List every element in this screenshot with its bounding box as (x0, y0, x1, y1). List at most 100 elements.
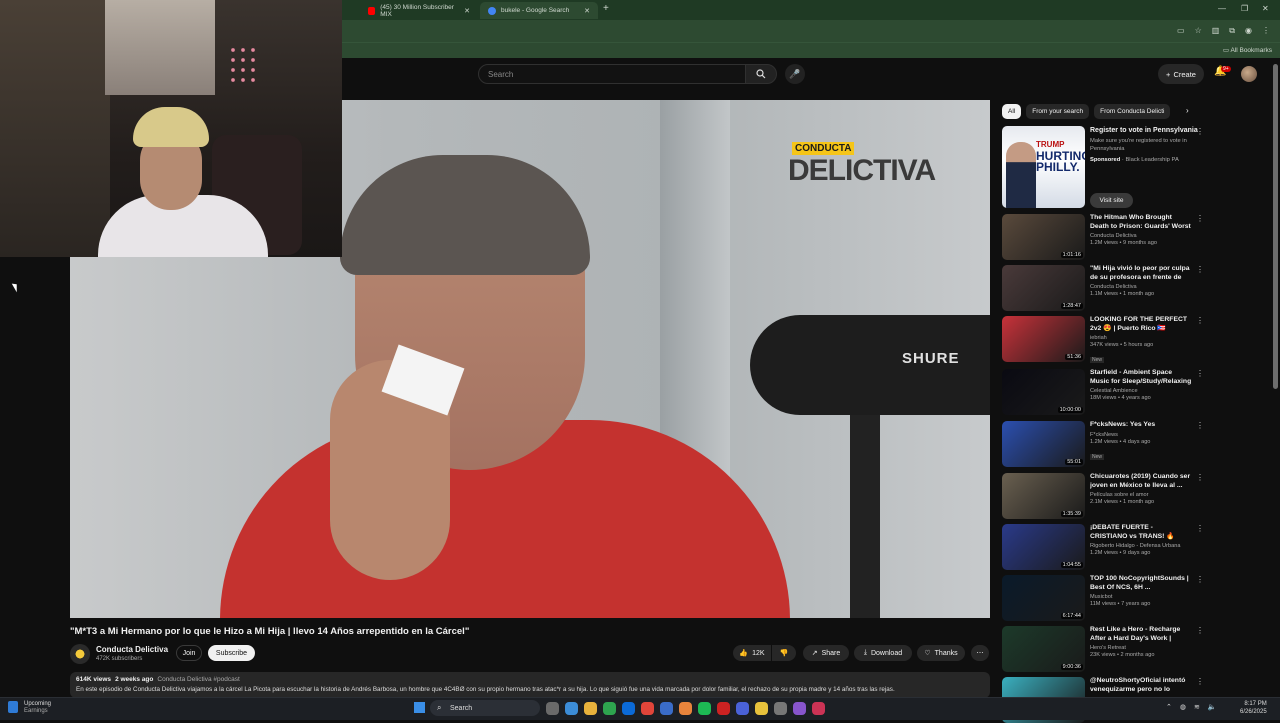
more-actions-button[interactable]: ⋯ (971, 645, 989, 661)
recommendation-title[interactable]: Starfield - Ambient Space Music for Slee… (1090, 369, 1192, 386)
app-icon[interactable] (774, 702, 787, 715)
download-button[interactable]: ⤓ Download (854, 645, 912, 661)
recommendation-thumbnail[interactable]: 1:04:55 (1002, 524, 1085, 570)
chrome-icon[interactable] (641, 702, 654, 715)
visit-site-button[interactable]: Visit site (1090, 193, 1133, 208)
recommendation-thumbnail[interactable]: 55:01 (1002, 421, 1085, 467)
recommendation-title[interactable]: @NeutroShortyOficial intentó venequizarm… (1090, 677, 1192, 694)
hashtags[interactable]: Conducta Delictiva #podcast (157, 676, 239, 683)
tab-youtube[interactable]: (45) 30 Million Subscriber MIX ✕ (360, 2, 478, 19)
join-button[interactable]: Join (176, 645, 202, 661)
app-icon[interactable] (812, 702, 825, 715)
app-icon[interactable] (736, 702, 749, 715)
chevron-right-icon[interactable]: › (1186, 106, 1189, 115)
more-icon[interactable]: ⋮ (1196, 316, 1204, 325)
taskbar-search-box[interactable]: Search (430, 700, 540, 716)
tab-google-search[interactable]: bukele - Google Search ✕ (480, 2, 598, 19)
voice-search-button[interactable]: 🎤 (785, 64, 805, 84)
more-icon[interactable]: ⋮ (1196, 473, 1204, 482)
explorer-icon[interactable] (584, 702, 597, 715)
recommendation-thumbnail[interactable]: 1:28:47 (1002, 265, 1085, 311)
chevron-up-icon[interactable]: ⌃ (1166, 703, 1172, 711)
recommendation-title[interactable]: F*cksNews: Yes Yes (1090, 421, 1192, 430)
recommendation-thumbnail[interactable]: 1:35:39 (1002, 473, 1085, 519)
sidepanel-icon[interactable]: ▥ (1212, 26, 1220, 36)
recommendation-thumbnail[interactable]: 1:01:16 (1002, 214, 1085, 260)
close-icon[interactable]: ✕ (584, 7, 590, 15)
like-button[interactable]: 👍 12K (733, 645, 771, 661)
channel-name[interactable]: Conducta Delictiva (96, 645, 168, 654)
maximize-icon[interactable]: ❐ (1241, 4, 1248, 13)
menu-icon[interactable]: ⋮ (1262, 26, 1270, 36)
recommendation-title[interactable]: "Mi Hija vivió lo peor por culpa de su p… (1090, 265, 1192, 282)
account-avatar[interactable] (1241, 66, 1257, 82)
mail-icon[interactable] (622, 702, 635, 715)
all-bookmarks-button[interactable]: ▭ All Bookmarks (1223, 46, 1272, 54)
more-icon[interactable]: ⋮ (1196, 265, 1204, 274)
recommendation-channel[interactable]: Conducta Delictiva (1090, 284, 1192, 290)
recommendation-thumbnail[interactable]: 51:36 (1002, 316, 1085, 362)
new-tab-button[interactable]: + (603, 3, 609, 14)
recommendation-channel[interactable]: Musicbot (1090, 594, 1192, 600)
dislike-button[interactable]: 👎 (772, 645, 796, 661)
recommendation-title[interactable]: The Hitman Who Brought Death to Prison: … (1090, 214, 1192, 231)
discord-icon[interactable] (793, 702, 806, 715)
folder-icon[interactable] (755, 702, 768, 715)
recommendation-channel[interactable]: Rigoberto Hidalgo - Defensa Urbana (1090, 543, 1192, 549)
chip-from-channel[interactable]: From Conducta Delicti (1094, 104, 1171, 119)
close-window-icon[interactable]: ✕ (1262, 4, 1269, 13)
description-box[interactable]: 614K views 2 weeks ago Conducta Delictiv… (70, 672, 990, 698)
wifi-icon[interactable]: ≋ (1194, 703, 1200, 711)
cast-icon[interactable]: ▭ (1177, 26, 1185, 36)
more-icon[interactable]: ⋮ (1196, 524, 1204, 533)
recommendation-thumbnail[interactable]: 10:00:00 (1002, 369, 1085, 415)
recommendation-channel[interactable]: Películas sobre el amor (1090, 492, 1192, 498)
more-icon[interactable]: ⋮ (1196, 127, 1204, 136)
recommendation-title[interactable]: Chicuarotes (2019) Cuando ser joven en M… (1090, 473, 1192, 490)
channel-avatar[interactable] (70, 644, 90, 664)
more-icon[interactable]: ⋮ (1196, 626, 1204, 635)
chip-from-your-search[interactable]: From your search (1026, 104, 1090, 119)
recommendation-channel[interactable]: Conducta Delictiva (1090, 233, 1192, 239)
extensions-icon[interactable]: ⧉ (1229, 26, 1235, 36)
ad-thumbnail[interactable]: TRUMP HURTING PHILLY. (1002, 126, 1085, 208)
ad-title[interactable]: Register to vote in Pennsylvania (1090, 127, 1198, 134)
share-button[interactable]: ↗ Share (803, 645, 849, 661)
more-icon[interactable]: ⋮ (1196, 677, 1204, 686)
bookmark-star-icon[interactable]: ☆ (1195, 26, 1202, 36)
thanks-button[interactable]: ♡ Thanks (917, 645, 965, 661)
recommendation-channel[interactable]: iebriah (1090, 335, 1192, 341)
recommendation-channel[interactable]: Celestial Ambience (1090, 388, 1192, 394)
more-icon[interactable]: ⋮ (1196, 369, 1204, 378)
recommendation-title[interactable]: ¡DEBATE FUERTE - CRISTIANO vs TRANS! 🔥 (1090, 524, 1192, 541)
clock[interactable]: 8:17 PM 6/26/2025 (1240, 700, 1267, 716)
create-button[interactable]: + Create (1158, 64, 1204, 84)
store-icon[interactable] (603, 702, 616, 715)
more-icon[interactable]: ⋮ (1196, 214, 1204, 223)
recommendation-thumbnail[interactable]: 6:17:44 (1002, 575, 1085, 621)
search-input[interactable]: Search (478, 64, 746, 84)
app-icon[interactable] (679, 702, 692, 715)
more-icon[interactable]: ⋮ (1196, 421, 1204, 430)
recommendation-title[interactable]: LOOKING FOR THE PERFECT 2v2 😍 | Puerto R… (1090, 316, 1192, 333)
recommendation-channel[interactable]: Hero's Retreat (1090, 645, 1192, 651)
app-icon[interactable] (717, 702, 730, 715)
edge-icon[interactable] (565, 702, 578, 715)
spotify-icon[interactable] (698, 702, 711, 715)
page-scrollbar[interactable] (1273, 64, 1278, 389)
earnings-widget[interactable]: Upcoming Earnings (24, 701, 51, 715)
profile-icon[interactable]: ◉ (1245, 26, 1252, 36)
recommendation-title[interactable]: Rest Like a Hero - Recharge After a Hard… (1090, 626, 1192, 643)
minimize-icon[interactable]: — (1218, 4, 1226, 13)
recommendation-title[interactable]: TOP 100 NoCopyrightSounds | Best Of NCS,… (1090, 575, 1192, 592)
volume-icon[interactable]: 🔈 (1208, 703, 1217, 711)
network-icon[interactable]: ◍ (1180, 703, 1186, 711)
close-icon[interactable]: ✕ (464, 7, 470, 15)
recommendation-channel[interactable]: F*cksNews (1090, 432, 1192, 438)
task-view-icon[interactable] (546, 702, 559, 715)
more-icon[interactable]: ⋮ (1196, 575, 1204, 584)
search-button[interactable] (745, 64, 777, 84)
steam-icon[interactable] (660, 702, 673, 715)
recommendation-thumbnail[interactable]: 9:00:36 (1002, 626, 1085, 672)
subscribe-button[interactable]: Subscribe (208, 645, 255, 661)
